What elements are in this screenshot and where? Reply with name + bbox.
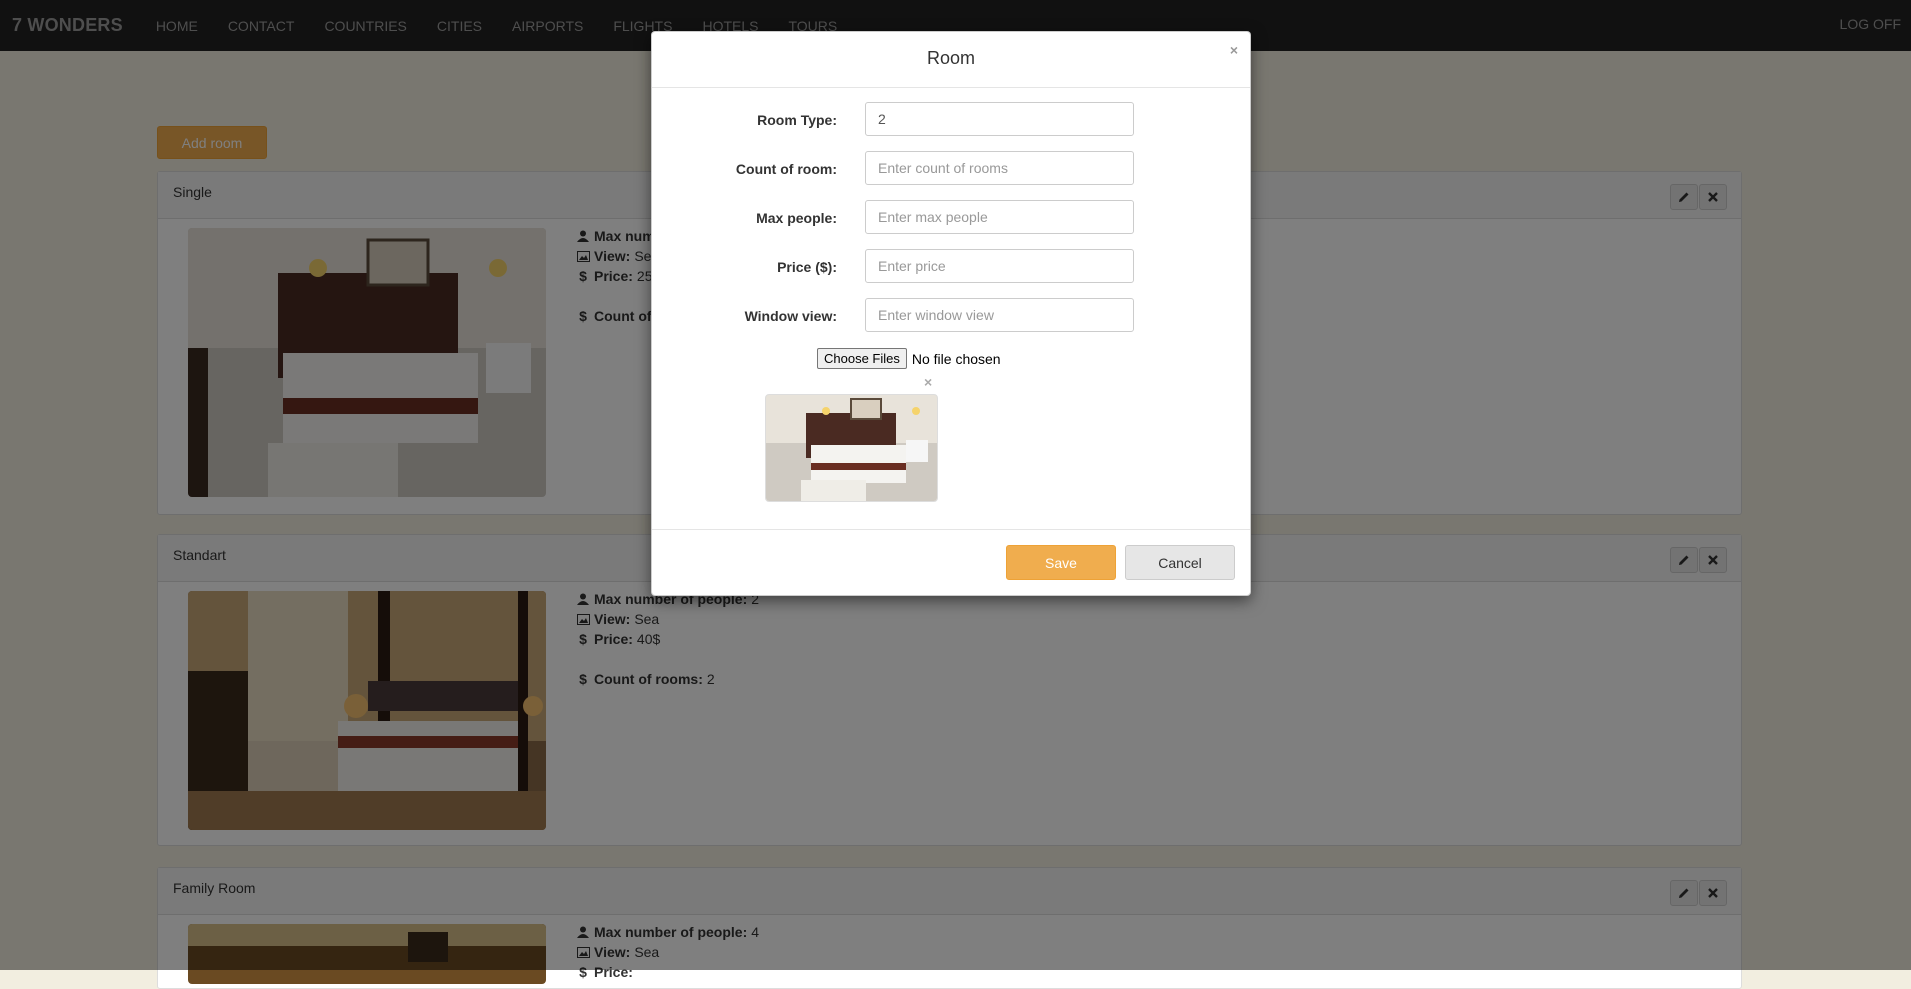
max-people-label: Max people:	[756, 210, 837, 226]
max-people-input[interactable]	[865, 200, 1134, 234]
modal-header: Room ×	[652, 32, 1250, 88]
cancel-button[interactable]: Cancel	[1125, 545, 1235, 580]
room-modal: Room × Room Type: Count of room: Max peo…	[651, 31, 1251, 596]
price-label: Price ($):	[777, 259, 837, 275]
thumbnail-remove-icon[interactable]: ×	[924, 374, 932, 390]
room-type-input[interactable]	[865, 102, 1134, 136]
uploaded-thumbnail	[765, 394, 938, 502]
file-upload: Choose Files No file chosen	[817, 348, 1001, 369]
save-button[interactable]: Save	[1006, 545, 1116, 580]
count-row: Count of room:	[652, 151, 1250, 187]
choose-files-button[interactable]: Choose Files	[817, 348, 907, 369]
window-view-input[interactable]	[865, 298, 1134, 332]
room-type-label: Room Type:	[757, 112, 837, 128]
price-row: Price ($):	[652, 249, 1250, 285]
modal-footer: Save Cancel	[652, 529, 1250, 596]
max-people-row: Max people:	[652, 200, 1250, 236]
window-view-row: Window view:	[652, 298, 1250, 334]
room-type-row: Room Type:	[652, 102, 1250, 138]
modal-close-icon[interactable]: ×	[1230, 42, 1238, 58]
modal-title: Room	[926, 48, 975, 68]
file-status: No file chosen	[911, 350, 1001, 367]
count-label: Count of room:	[735, 161, 837, 177]
count-input[interactable]	[865, 151, 1134, 185]
price-input[interactable]	[865, 249, 1134, 283]
window-view-label: Window view:	[744, 308, 837, 324]
